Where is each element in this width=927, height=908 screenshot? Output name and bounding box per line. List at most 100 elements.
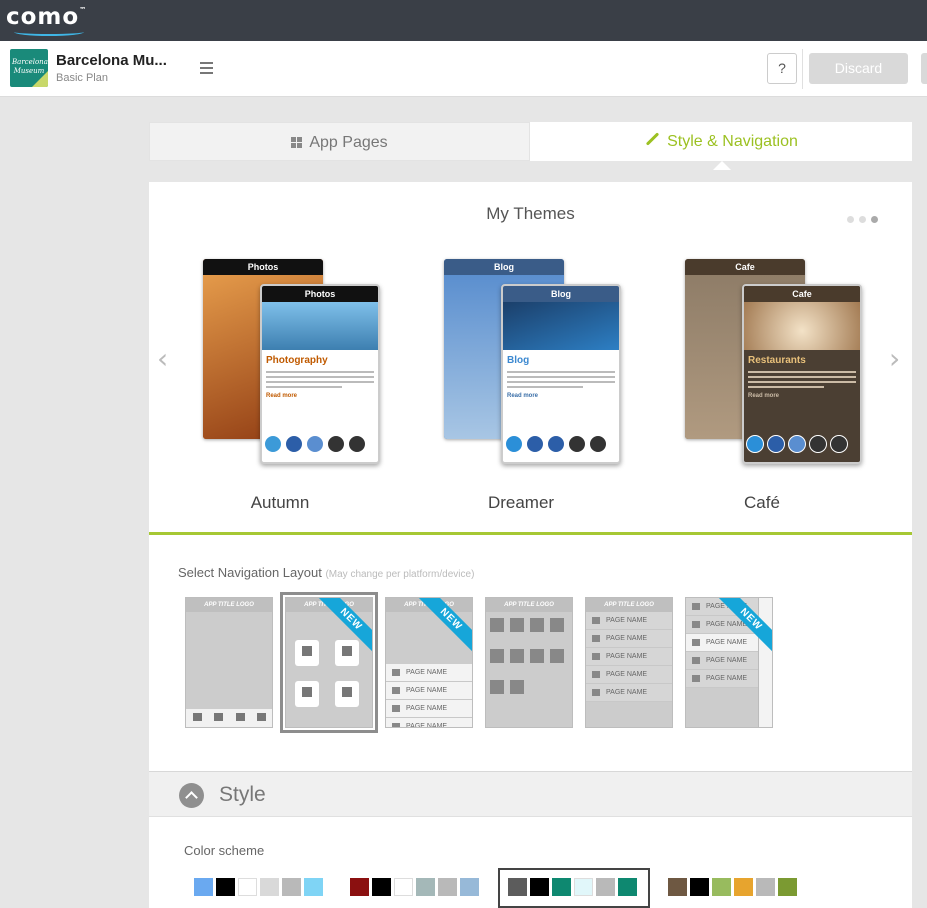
app-icon[interactable]: Barcelona Museum <box>10 49 48 87</box>
nav-page-row: PAGE NAME <box>686 634 758 652</box>
twitter-icon <box>746 435 764 453</box>
editor-tabs: App Pages Style & Navigation <box>149 122 912 161</box>
logo-trademark: ™ <box>79 6 88 14</box>
style-section-title: Style <box>219 783 266 806</box>
nav-layout-list[interactable]: APP TITLE LOGO PAGE NAME PAGE NAME PAGE … <box>385 597 473 728</box>
mail-icon <box>809 435 827 453</box>
discard-button[interactable]: Discard <box>809 53 908 84</box>
facebook-icon <box>285 435 303 453</box>
grid-icon <box>291 137 303 148</box>
color-scheme-option[interactable] <box>668 878 800 898</box>
header-divider <box>802 49 803 89</box>
nav-layout-small-grid[interactable]: APP TITLE LOGO <box>485 597 573 728</box>
social-icons <box>505 435 610 458</box>
como-logo[interactable]: como™ <box>6 4 87 30</box>
nav-app-title: APP TITLE LOGO <box>186 598 272 612</box>
active-tab-caret <box>713 161 731 170</box>
info-icon <box>830 435 848 453</box>
nav-page-row: PAGE NAME <box>586 630 672 648</box>
mail-icon <box>327 435 345 453</box>
theme-card-dreamer[interactable]: Blog Blog Blog Read more Dreamer <box>431 259 621 519</box>
app-header: Barcelona Museum Barcelona Mu... Basic P… <box>0 41 927 97</box>
navigation-layout-hint: (May change per platform/device) <box>325 569 475 580</box>
nav-layout-side-menu[interactable]: PAGE NAME PAGE NAME PAGE NAME PAGE NAME … <box>685 597 773 728</box>
theme-back-title: Cafe <box>685 259 805 275</box>
color-scheme-option[interactable] <box>350 878 482 898</box>
app-icon-accent <box>32 71 48 87</box>
theme-front-screen: Photos Photography Read more <box>260 284 380 464</box>
nav-page-row: PAGE NAME <box>586 648 672 666</box>
themes-title: My Themes <box>486 204 575 223</box>
navigation-layout-label: Select Navigation Layout (May change per… <box>178 565 474 580</box>
color-scheme-option-selected[interactable] <box>498 868 650 908</box>
theme-read-more: Read more <box>748 393 780 399</box>
theme-back-title: Photos <box>203 259 323 275</box>
nav-layout-list-icons[interactable]: APP TITLE LOGO PAGE NAME PAGE NAME PAGE … <box>585 597 673 728</box>
theme-front-title: Cafe <box>744 286 860 302</box>
theme-name: Autumn <box>250 493 310 512</box>
nav-page-row: PAGE NAME <box>386 700 472 718</box>
social-icons <box>264 435 369 458</box>
navigation-layout-title: Select Navigation Layout <box>178 565 322 580</box>
themes-divider <box>149 532 912 535</box>
logo-swoosh <box>14 28 84 36</box>
theme-card-cafe[interactable]: Cafe Cafe Restaurants Read more Café <box>672 259 862 519</box>
theme-photo <box>262 302 378 350</box>
collapse-icon[interactable] <box>179 783 204 808</box>
theme-photo <box>744 302 860 350</box>
theme-front-title: Blog <box>503 286 619 302</box>
theme-front-screen: Blog Blog Read more <box>501 284 621 464</box>
brush-icon <box>644 132 660 148</box>
menu-icon[interactable] <box>200 62 213 77</box>
theme-back-title: Blog <box>444 259 564 275</box>
social-icons <box>746 435 851 458</box>
color-scheme-option[interactable] <box>194 878 326 898</box>
info-icon <box>348 435 366 453</box>
carousel-dot[interactable] <box>847 216 854 223</box>
logo-text: como <box>6 4 80 30</box>
linkedin-icon <box>547 435 565 453</box>
twitter-icon <box>505 435 523 453</box>
theme-front-title: Photos <box>262 286 378 302</box>
theme-name: Café <box>744 493 780 512</box>
carousel-dot[interactable] <box>859 216 866 223</box>
nav-layout-grid-icons[interactable]: APP TITLE LOGO NEW <box>280 592 378 733</box>
nav-page-row: PAGE NAME <box>686 652 758 670</box>
theme-headline: Blog <box>507 355 530 366</box>
facebook-icon <box>526 435 544 453</box>
mail-icon <box>568 435 586 453</box>
carousel-dots <box>847 210 883 228</box>
nav-app-title: APP TITLE LOGO <box>586 598 672 612</box>
style-section-header[interactable]: Style <box>149 771 912 817</box>
carousel-prev-icon[interactable]: ‹ <box>157 342 168 375</box>
tab-app-pages[interactable]: App Pages <box>149 122 530 161</box>
nav-page-row: PAGE NAME <box>386 664 472 682</box>
twitter-icon <box>264 435 282 453</box>
nav-app-title: APP TITLE LOGO <box>486 598 572 612</box>
theme-read-more: Read more <box>507 393 539 399</box>
tab-style-navigation[interactable]: Style & Navigation <box>530 122 912 161</box>
carousel-dot-active[interactable] <box>871 216 878 223</box>
facebook-icon <box>767 435 785 453</box>
app-name[interactable]: Barcelona Mu... <box>56 52 167 69</box>
publish-button[interactable] <box>921 53 927 84</box>
theme-headline: Restaurants <box>748 355 806 366</box>
theme-card-autumn[interactable]: Photos Photos Photography Read more Autu… <box>190 259 380 519</box>
link-icon <box>788 435 806 453</box>
nav-page-row: PAGE NAME <box>586 684 672 702</box>
nav-page-row: PAGE NAME <box>386 718 472 727</box>
theme-read-more: Read more <box>266 393 298 399</box>
nav-page-row: PAGE NAME <box>586 666 672 684</box>
theme-front-screen: Cafe Restaurants Read more <box>742 284 862 464</box>
theme-headline: Photography <box>266 355 328 366</box>
theme-name: Dreamer <box>487 493 555 512</box>
nav-tab-bar <box>186 709 272 727</box>
info-icon <box>589 435 607 453</box>
theme-photo <box>503 302 619 350</box>
nav-layout-tabs-bottom[interactable]: APP TITLE LOGO <box>185 597 273 728</box>
help-button[interactable]: ? <box>767 53 797 84</box>
tab-app-pages-label: App Pages <box>309 134 388 151</box>
carousel-next-icon[interactable]: › <box>889 342 900 375</box>
nav-page-row: PAGE NAME <box>586 612 672 630</box>
top-bar: como™ <box>0 0 927 41</box>
